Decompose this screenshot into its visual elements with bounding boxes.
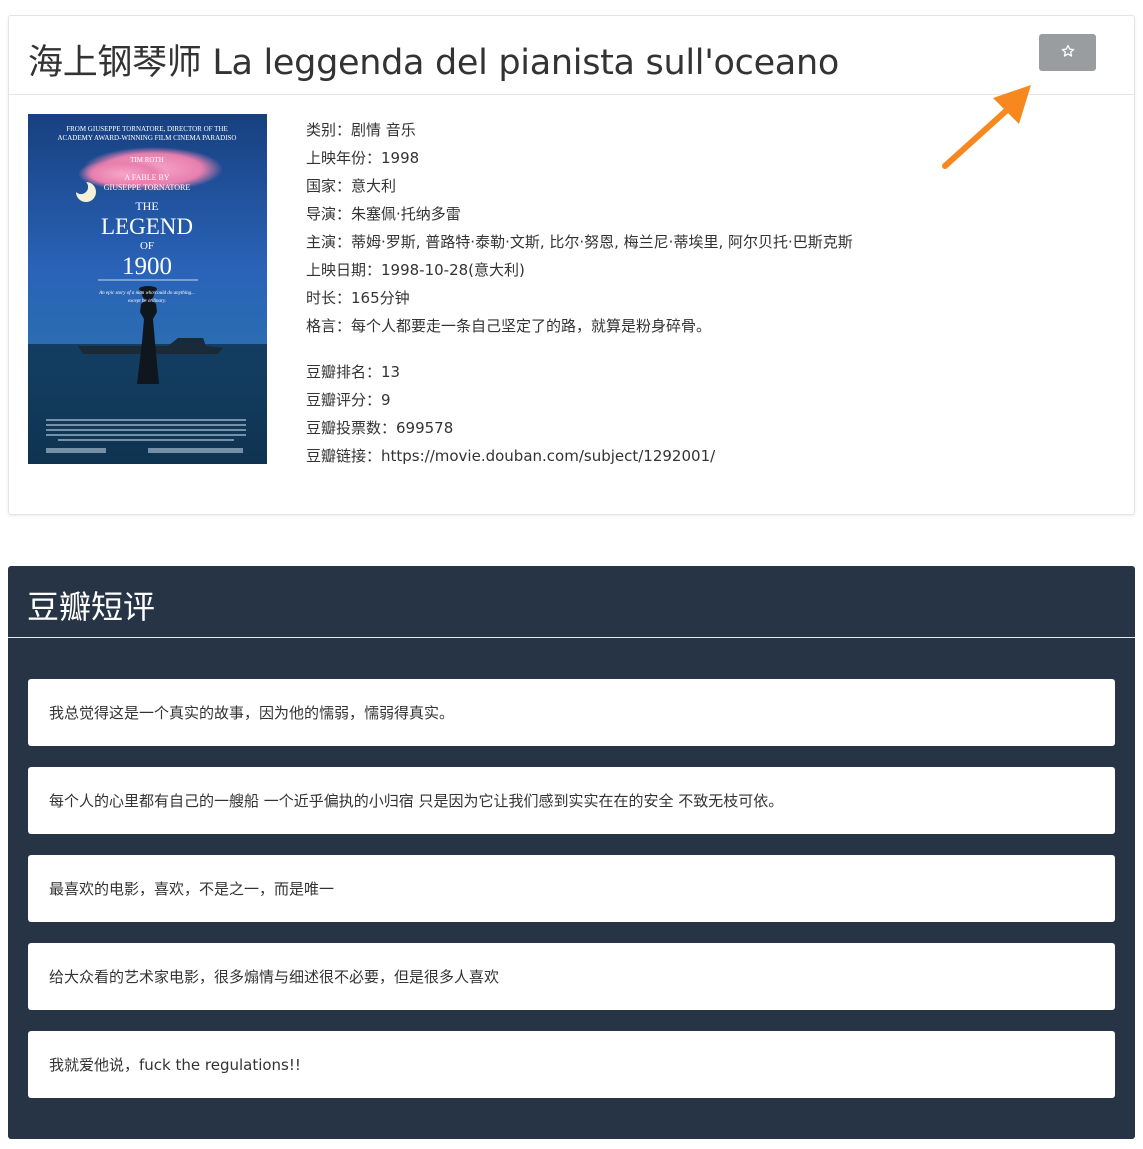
poster-fable-1: A FABLE BY (124, 173, 169, 182)
reviews-header: 豆瓣短评 (8, 566, 1135, 638)
poster-the: THE (135, 199, 158, 213)
review-item: 我就爱他说，fuck the regulations!! (28, 1031, 1115, 1098)
info-country: 国家：意大利 (306, 177, 397, 195)
review-item: 最喜欢的电影，喜欢，不是之一，而是唯一 (28, 855, 1115, 922)
info-cast: 主演：蒂姆·罗斯, 普路特·泰勒·文斯, 比尔·努恩, 梅兰尼·蒂埃里, 阿尔贝… (306, 233, 853, 251)
poster-fable-2: GIUSEPPE TORNATORE (104, 183, 191, 192)
douban-score: 豆瓣评分：9 (306, 391, 391, 409)
poster-of: OF (140, 240, 154, 252)
poster-actor: TIM ROTH (130, 156, 164, 164)
poster-legend: LEGEND (101, 214, 193, 239)
info-release-date: 上映日期：1998-10-28(意大利) (306, 261, 525, 279)
review-item: 每个人的心里都有自己的一艘船 一个近乎偏执的小归宿 只是因为它让我们感到实实在在… (28, 767, 1115, 834)
review-item: 我总觉得这是一个真实的故事，因为他的懦弱，懦弱得真实。 (28, 679, 1115, 746)
douban-votes: 豆瓣投票数：699578 (306, 419, 454, 437)
poster-top-text-2: ACADEMY AWARD-WINNING FILM CINEMA PARADI… (58, 134, 237, 142)
favorite-button[interactable] (1039, 34, 1096, 71)
info-director: 导演：朱塞佩·托纳多雷 (306, 205, 461, 223)
douban-rank: 豆瓣排名：13 (306, 363, 401, 381)
poster-top-text-1: FROM GIUSEPPE TORNATORE, DIRECTOR OF THE (66, 125, 228, 133)
review-item: 给大众看的艺术家电影，很多煽情与细述很不必要，但是很多人喜欢 (28, 943, 1115, 1010)
movie-poster: FROM GIUSEPPE TORNATORE, DIRECTOR OF THE… (28, 114, 267, 464)
star-outline-icon (1061, 44, 1075, 61)
reviews-panel: 豆瓣短评 我总觉得这是一个真实的故事，因为他的懦弱，懦弱得真实。 每个人的心里都… (8, 566, 1135, 1139)
poster-year: 1900 (122, 253, 172, 280)
poster-tagline-2: except be ordinary. (128, 299, 166, 304)
poster-tagline-1: An epic story of a man who could do anyt… (98, 291, 195, 296)
info-duration: 时长：165分钟 (306, 289, 410, 307)
reviews-title: 豆瓣短评 (27, 588, 156, 626)
movie-title: 海上钢琴师 La leggenda del pianista sull'ocea… (28, 43, 839, 83)
info-motto: 格言：每个人都要走一条自己坚定了的路，就算是粉身碎骨。 (306, 317, 712, 335)
douban-link[interactable]: 豆瓣链接：https://movie.douban.com/subject/12… (306, 442, 1106, 470)
annotation-arrow-icon (942, 85, 1031, 169)
